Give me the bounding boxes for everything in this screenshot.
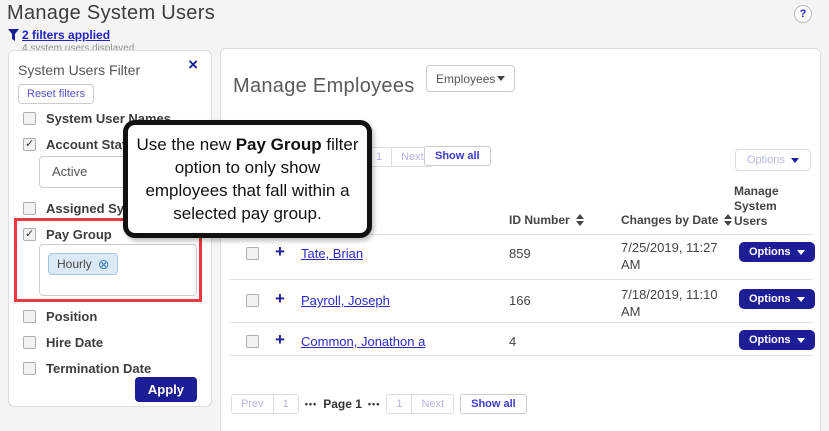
checkbox-hire-date[interactable] — [23, 336, 36, 349]
prev-button[interactable]: Prev — [231, 394, 274, 414]
sort-icon — [576, 214, 584, 226]
pay-group-tag-label: Hourly — [57, 257, 92, 271]
chevron-down-icon — [797, 250, 805, 255]
ellipsis: ••• — [368, 399, 380, 409]
show-all-button[interactable]: Show all — [460, 394, 527, 414]
page-1-button[interactable]: 1 — [386, 394, 412, 414]
next-button[interactable]: Next — [411, 394, 454, 414]
reset-filters-button[interactable]: Reset filters — [18, 84, 94, 104]
filter-row-pay-group[interactable]: Pay Group — [23, 227, 112, 242]
filter-row-position[interactable]: Position — [23, 309, 97, 324]
options-label: Options — [749, 334, 791, 346]
checkbox-account-status[interactable] — [23, 138, 36, 151]
bottom-pagination: Prev 1 ••• Page 1 ••• 1 Next Show all — [231, 394, 527, 414]
pay-group-input[interactable]: Hourly ⊗ — [39, 244, 197, 296]
options-label: Options — [749, 293, 791, 305]
manage-employees-panel: Manage Employees Employees 1 Next Show a… — [220, 48, 821, 431]
options-label: Options — [747, 154, 785, 166]
expand-plus-icon[interactable]: + — [275, 290, 285, 307]
filter-label: Hire Date — [46, 335, 103, 350]
page-1-button[interactable]: 1 — [273, 394, 299, 414]
checkbox-termination-date[interactable] — [23, 362, 36, 375]
row-divider — [229, 279, 813, 280]
employee-name-link[interactable]: Common, Jonathon a — [301, 334, 425, 349]
next-page-group: 1 Next — [386, 394, 454, 414]
apply-button[interactable]: Apply — [135, 377, 197, 402]
filters-applied[interactable]: 2 filters applied — [8, 28, 110, 42]
expand-plus-icon[interactable]: + — [275, 243, 285, 260]
checkbox-pay-group[interactable] — [23, 228, 36, 241]
remove-tag-icon[interactable]: ⊗ — [98, 257, 110, 271]
view-dropdown[interactable]: Employees — [426, 65, 515, 92]
filter-row-termination-date[interactable]: Termination Date — [23, 361, 151, 376]
expand-plus-icon[interactable]: + — [275, 331, 285, 348]
callout-text: Use the new — [136, 135, 235, 154]
ellipsis: ••• — [305, 399, 317, 409]
pay-group-callout: Use the new Pay Group filter option to o… — [123, 120, 372, 238]
employee-name-link[interactable]: Payroll, Joseph — [301, 293, 390, 308]
screen: Manage System Users 2 filters applied 4 … — [0, 0, 829, 431]
row-options-button[interactable]: Options — [739, 242, 815, 262]
id-number-cell: 859 — [509, 246, 531, 261]
page-title: Manage System Users — [7, 2, 215, 25]
row-checkbox[interactable] — [246, 294, 259, 307]
id-number-cell: 166 — [509, 293, 531, 308]
id-number-cell: 4 — [509, 334, 516, 349]
checkbox-system-user-names[interactable] — [23, 112, 36, 125]
checkbox-assigned-system[interactable] — [23, 202, 36, 215]
current-page-label: Page 1 — [323, 397, 362, 411]
filter-panel-title: System Users Filter — [18, 62, 140, 78]
employee-name-link[interactable]: Tate, Brian — [301, 246, 363, 261]
options-label: Options — [749, 246, 791, 258]
options-button-header[interactable]: Options — [735, 149, 811, 171]
row-divider — [229, 355, 813, 356]
chevron-down-icon — [791, 158, 799, 163]
chevron-down-icon — [797, 297, 805, 302]
column-header-label: Changes by Date — [621, 213, 718, 227]
row-divider — [229, 322, 813, 323]
filter-funnel-icon — [8, 29, 19, 41]
column-header-manage-system-users: Manage System Users — [734, 184, 792, 229]
prev-page-group: Prev 1 — [231, 394, 299, 414]
pay-group-tag: Hourly ⊗ — [48, 253, 118, 275]
row-checkbox[interactable] — [246, 335, 259, 348]
filter-label: Pay Group — [46, 227, 112, 242]
help-icon: ? — [800, 8, 807, 20]
filters-applied-link[interactable]: 2 filters applied — [22, 28, 110, 42]
column-header-id-number[interactable]: ID Number — [509, 213, 584, 227]
filter-label: Position — [46, 309, 97, 324]
help-button[interactable]: ? — [794, 5, 812, 23]
column-header-label: ID Number — [509, 213, 570, 227]
view-dropdown-value: Employees — [436, 72, 495, 86]
row-options-button[interactable]: Options — [739, 330, 815, 350]
account-status-value: Active — [52, 164, 87, 179]
row-options-button[interactable]: Options — [739, 289, 815, 309]
manage-employees-title: Manage Employees — [233, 75, 415, 98]
checkbox-position[interactable] — [23, 310, 36, 323]
changes-by-date-cell: 7/25/2019, 11:27 AM — [621, 239, 733, 273]
row-checkbox[interactable] — [246, 247, 259, 260]
close-icon[interactable]: × — [188, 56, 198, 73]
filter-row-hire-date[interactable]: Hire Date — [23, 335, 103, 350]
chevron-down-icon — [497, 76, 505, 81]
callout-text-bold: Pay Group — [236, 135, 322, 154]
chevron-down-icon — [797, 338, 805, 343]
filter-label: Termination Date — [46, 361, 151, 376]
column-header-changes-by-date[interactable]: Changes by Date — [621, 213, 732, 227]
changes-by-date-cell: 7/18/2019, 11:10 AM — [621, 286, 733, 320]
show-all-button[interactable]: Show all — [424, 146, 491, 166]
sort-icon — [724, 214, 732, 226]
